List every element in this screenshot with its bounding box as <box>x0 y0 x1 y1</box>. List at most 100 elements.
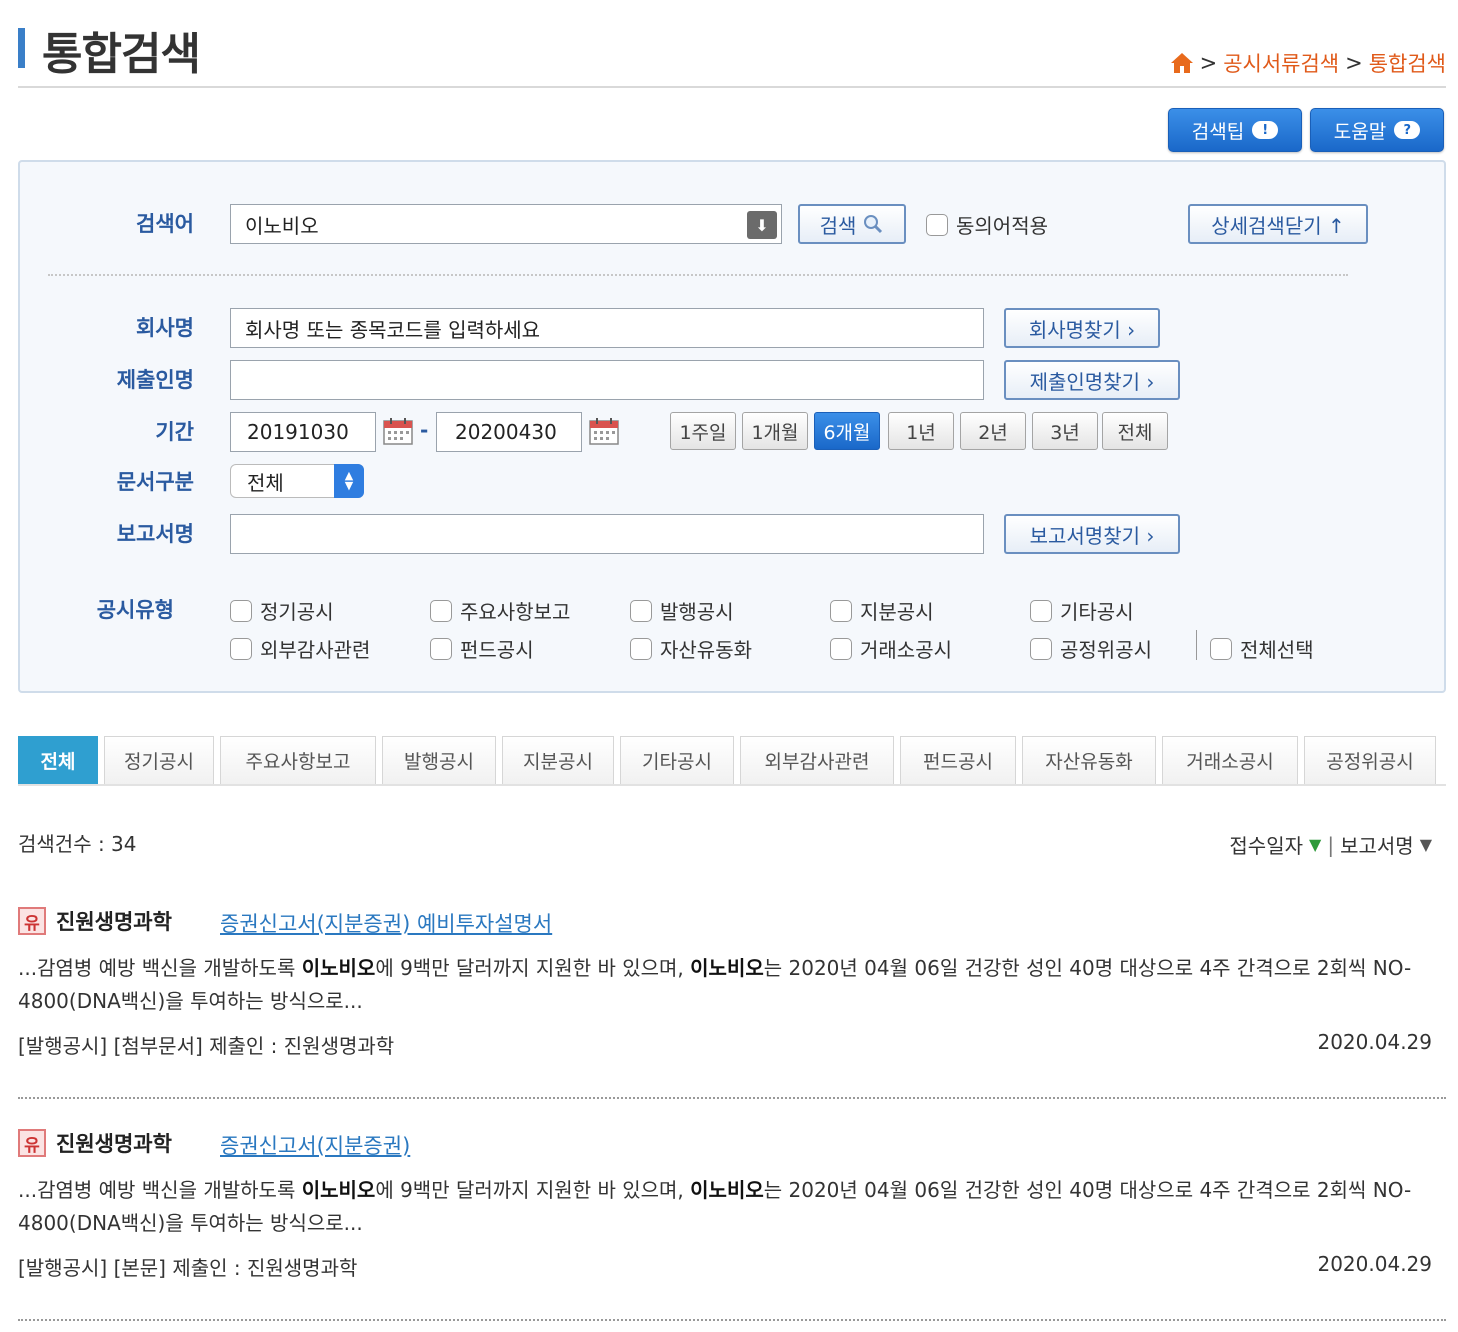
disclosure-type-securitization[interactable]: 자산유동화 <box>630 634 752 663</box>
result-meta: [발행공시] [본문] 제출인 : 진원생명과학 <box>18 1256 358 1280</box>
snippet-text: ...감염병 예방 백신을 개발하도록 <box>18 956 302 980</box>
question-bubble-icon: ? <box>1394 121 1421 139</box>
checkbox[interactable] <box>1030 637 1052 660</box>
disclosure-type-fund[interactable]: 펀드공시 <box>430 634 534 663</box>
calendar-icon[interactable] <box>588 416 620 446</box>
period-1month-button[interactable]: 1개월 <box>742 412 808 450</box>
keyword-highlight: 이노비오 <box>301 1178 376 1202</box>
result-snippet: ...감염병 예방 백신을 개발하도록 이노비오에 9백만 달러까지 지원한 바… <box>18 1174 1438 1240</box>
breadcrumb-item-disclosure-search[interactable]: 공시서류검색 <box>1223 48 1339 78</box>
period-3year-button[interactable]: 3년 <box>1032 412 1098 450</box>
start-date-input[interactable]: 20191030 <box>230 412 376 452</box>
submitter-find-button[interactable]: 제출인명찾기 › <box>1004 360 1180 400</box>
submitter-find-label: 제출인명찾기 › <box>1029 369 1155 394</box>
result-date: 2020.04.29 <box>1317 1252 1432 1276</box>
checkbox-label: 외부감사관련 <box>260 638 371 662</box>
result-heading: 유 진원생명과학 <box>18 906 172 936</box>
breadcrumb-item-integrated-search[interactable]: 통합검색 <box>1369 48 1446 78</box>
checkbox[interactable] <box>1030 599 1052 622</box>
doc-type-select[interactable]: 전체 ▲ ▼ <box>230 464 364 498</box>
updown-chevron-icon: ▲ ▼ <box>334 464 364 498</box>
submitter-label: 제출인명 <box>116 368 194 392</box>
keyword-highlight: 이노비오 <box>690 1178 764 1202</box>
disclosure-type-issuance[interactable]: 발행공시 <box>630 596 734 625</box>
checkbox[interactable] <box>430 599 452 622</box>
company-label: 회사명 <box>136 316 194 340</box>
period-1week-button[interactable]: 1주일 <box>670 412 736 450</box>
help-label: 도움말 <box>1333 120 1387 143</box>
tab-fund[interactable]: 펀드공시 <box>900 736 1016 784</box>
period-1year-button[interactable]: 1년 <box>888 412 954 450</box>
tab-ftc[interactable]: 공정위공시 <box>1304 736 1436 784</box>
company-input[interactable]: 회사명 또는 종목코드를 입력하세요 <box>230 308 984 348</box>
checkbox[interactable] <box>230 637 252 660</box>
checkbox[interactable] <box>830 637 852 660</box>
search-tips-button[interactable]: 검색팁 ! <box>1168 108 1302 152</box>
help-button[interactable]: 도움말 ? <box>1310 108 1444 152</box>
detail-search-close-button[interactable]: 상세검색닫기 ↑ <box>1188 204 1368 244</box>
arrow-down-icon[interactable]: ⬇ <box>747 211 777 239</box>
calendar-icon[interactable] <box>382 416 414 446</box>
search-button[interactable]: 검색 <box>798 204 906 244</box>
company-name[interactable]: 진원생명과학 <box>56 1128 172 1158</box>
doc-type-value: 전체 <box>247 470 284 495</box>
disclosure-type-exchange[interactable]: 거래소공시 <box>830 634 952 663</box>
checkbox-label: 자산유동화 <box>660 638 752 662</box>
disclosure-type-ftc[interactable]: 공정위공시 <box>1030 634 1152 663</box>
tab-issuance[interactable]: 발행공시 <box>382 736 496 784</box>
tab-exchange[interactable]: 거래소공시 <box>1162 736 1298 784</box>
keyword-input[interactable]: 이노비오 ⬇ <box>230 204 782 244</box>
select-all-checkbox[interactable] <box>1210 637 1232 660</box>
report-link[interactable]: 증권신고서(지분증권) <box>220 1130 410 1160</box>
result-item: 유 진원생명과학 증권신고서(지분증권) 예비투자설명서 ...감염병 예방 백… <box>18 906 1446 1058</box>
tab-equity[interactable]: 지분공시 <box>502 736 614 784</box>
triangle-down-icon[interactable]: ▼ <box>1309 835 1321 854</box>
synonym-checkbox[interactable] <box>926 213 948 236</box>
checkbox-label: 펀드공시 <box>460 638 534 662</box>
checkbox[interactable] <box>430 637 452 660</box>
end-date-input[interactable]: 20200430 <box>436 412 582 452</box>
checkbox-label: 정기공시 <box>260 600 334 624</box>
select-all-option[interactable]: 전체선택 <box>1210 634 1314 663</box>
disclosure-type-other[interactable]: 기타공시 <box>1030 596 1134 625</box>
snippet-text: 에 9백만 달러까지 지원한 바 있으며, <box>375 1178 691 1202</box>
synonym-option[interactable]: 동의어적용 <box>926 210 1048 239</box>
checkbox[interactable] <box>630 599 652 622</box>
company-find-button[interactable]: 회사명찾기 › <box>1004 308 1160 348</box>
tab-all[interactable]: 전체 <box>18 736 98 784</box>
result-heading: 유 진원생명과학 <box>18 1128 172 1158</box>
doc-type-label: 문서구분 <box>116 470 194 494</box>
tab-regular[interactable]: 정기공시 <box>104 736 214 784</box>
disclosure-type-equity[interactable]: 지분공시 <box>830 596 934 625</box>
checkbox-label: 지분공시 <box>860 600 934 624</box>
submitter-input[interactable] <box>230 360 984 400</box>
tab-major[interactable]: 주요사항보고 <box>220 736 376 784</box>
checkbox-label: 발행공시 <box>660 600 734 624</box>
disclosure-type-major[interactable]: 주요사항보고 <box>430 596 570 625</box>
tab-securitization[interactable]: 자산유동화 <box>1022 736 1156 784</box>
report-input[interactable] <box>230 514 984 554</box>
company-name[interactable]: 진원생명과학 <box>56 906 172 936</box>
keyword-label: 검색어 <box>136 212 194 236</box>
period-2year-button[interactable]: 2년 <box>960 412 1026 450</box>
end-date-value: 20200430 <box>455 420 557 444</box>
disclosure-type-regular[interactable]: 정기공시 <box>230 596 334 625</box>
result-count: 검색건수 : 34 <box>18 832 137 856</box>
tab-audit[interactable]: 외부감사관련 <box>740 736 894 784</box>
period-all-button[interactable]: 전체 <box>1102 412 1168 450</box>
tab-other[interactable]: 기타공시 <box>620 736 734 784</box>
home-icon[interactable] <box>1170 52 1194 74</box>
report-link[interactable]: 증권신고서(지분증권) 예비투자설명서 <box>220 908 552 938</box>
checkbox[interactable] <box>630 637 652 660</box>
company-placeholder: 회사명 또는 종목코드를 입력하세요 <box>245 317 541 342</box>
sort-by-date[interactable]: 접수일자 <box>1229 830 1303 859</box>
checkbox[interactable] <box>830 599 852 622</box>
checkbox[interactable] <box>230 599 252 622</box>
disclosure-type-audit[interactable]: 외부감사관련 <box>230 634 370 663</box>
triangle-down-icon[interactable]: ▼ <box>1420 835 1432 854</box>
sort-by-report[interactable]: 보고서명 <box>1340 830 1414 859</box>
report-find-button[interactable]: 보고서명찾기 › <box>1004 514 1180 554</box>
period-6month-button[interactable]: 6개월 <box>814 412 880 450</box>
result-meta: [발행공시] [첨부문서] 제출인 : 진원생명과학 <box>18 1034 395 1058</box>
breadcrumb-separator: > <box>1345 51 1363 75</box>
